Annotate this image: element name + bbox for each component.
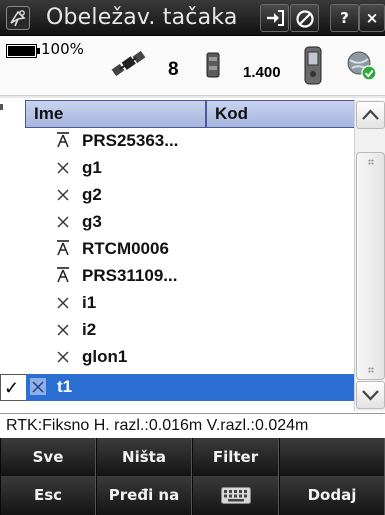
title-bar: Obeležav. tačaka ? × bbox=[0, 0, 385, 36]
rover-pole-icon[interactable] bbox=[206, 52, 220, 80]
empty-softkey[interactable] bbox=[279, 438, 385, 476]
point-name: i1 bbox=[82, 293, 97, 312]
controller-device-icon[interactable] bbox=[303, 46, 323, 86]
scroll-down-button[interactable] bbox=[356, 381, 385, 409]
stop-button[interactable] bbox=[290, 4, 319, 32]
button-label: Esc bbox=[33, 486, 63, 504]
row-checkbox[interactable]: ✓ bbox=[0, 374, 26, 401]
table-row[interactable]: PRS31109... bbox=[25, 263, 354, 290]
antenna-height: 1.400 bbox=[243, 64, 281, 81]
point-name: g3 bbox=[82, 212, 102, 231]
control-point-icon bbox=[57, 132, 69, 148]
point-name: t1 bbox=[57, 377, 73, 396]
table-row[interactable]: g2 bbox=[25, 182, 354, 209]
table-row[interactable]: g1 bbox=[25, 155, 354, 182]
button-label: Ništa bbox=[122, 448, 166, 466]
point-name: PRS25363... bbox=[82, 131, 179, 150]
column-header-name[interactable]: Ime bbox=[25, 100, 206, 128]
cross-point-icon bbox=[57, 324, 69, 336]
chevron-up-icon bbox=[362, 109, 379, 120]
no-entry-icon bbox=[295, 10, 314, 28]
table-row[interactable]: g3 bbox=[25, 209, 354, 236]
battery-level: 100% bbox=[41, 40, 84, 58]
button-label: Sve bbox=[32, 448, 64, 466]
filter-button[interactable]: Filter bbox=[192, 438, 279, 476]
check-mark: ✓ bbox=[4, 378, 20, 398]
grip-icon bbox=[368, 159, 374, 165]
grip-icon bbox=[368, 367, 374, 373]
cross-point-icon bbox=[57, 189, 69, 201]
cross-point-icon bbox=[57, 162, 69, 174]
points-table: Ime Kod PRS25363... g1 g2 g3 RTCM0006 PR… bbox=[0, 100, 385, 411]
control-point-icon bbox=[57, 240, 69, 256]
go-to-button[interactable]: Pređi na bbox=[96, 476, 192, 515]
button-label: Filter bbox=[212, 448, 259, 466]
chevron-down-icon bbox=[362, 390, 379, 401]
close-button[interactable]: × bbox=[359, 4, 385, 32]
table-row[interactable]: i2 bbox=[25, 317, 354, 344]
softkey-bar-top: Sve Ništa Filter bbox=[0, 438, 385, 476]
table-header: Ime Kod bbox=[25, 100, 385, 128]
button-label: Dodaj bbox=[307, 486, 357, 504]
column-header-code[interactable]: Kod bbox=[206, 100, 368, 128]
point-name: PRS31109... bbox=[82, 266, 178, 285]
control-point-icon bbox=[57, 267, 69, 283]
margin-marker bbox=[0, 104, 3, 110]
cross-point-icon bbox=[30, 378, 46, 395]
point-name: g1 bbox=[82, 158, 102, 177]
point-name: i2 bbox=[82, 320, 97, 339]
vertical-scrollbar[interactable] bbox=[354, 100, 385, 411]
login-button[interactable] bbox=[260, 4, 289, 32]
table-row[interactable]: glon1 bbox=[25, 344, 354, 371]
select-all-button[interactable]: Sve bbox=[0, 438, 96, 476]
satellite-count: 8 bbox=[168, 59, 179, 80]
add-button[interactable]: Dodaj bbox=[279, 476, 385, 515]
help-button[interactable]: ? bbox=[330, 4, 359, 32]
rtk-status-line: RTK:Fiksno H. razl.:0.016m V.razl.:0.024… bbox=[0, 413, 385, 437]
button-label: Pređi na bbox=[108, 486, 180, 504]
cross-point-icon bbox=[57, 351, 69, 363]
enter-arrow-icon bbox=[266, 10, 284, 26]
divider bbox=[0, 96, 385, 98]
satellite-icon[interactable] bbox=[110, 48, 148, 80]
table-row[interactable]: i1 bbox=[25, 290, 354, 317]
keyboard-button[interactable] bbox=[192, 476, 279, 515]
table-rows: PRS25363... g1 g2 g3 RTCM0006 PRS31109..… bbox=[0, 128, 354, 408]
scroll-up-button[interactable] bbox=[356, 101, 385, 129]
table-row[interactable]: PRS25363... bbox=[25, 128, 354, 155]
status-bar: 100% 8 1.400 bbox=[0, 36, 385, 96]
table-row-selected[interactable]: ✓ t1 bbox=[0, 374, 354, 401]
cross-point-icon bbox=[57, 297, 69, 309]
cross-point-icon bbox=[57, 216, 69, 228]
softkey-bar-bottom: Esc Pređi na Dodaj bbox=[0, 476, 385, 515]
battery-icon bbox=[6, 44, 40, 58]
point-name: RTCM0006 bbox=[82, 239, 169, 258]
select-none-button[interactable]: Ništa bbox=[96, 438, 192, 476]
point-name: g2 bbox=[82, 185, 102, 204]
escape-button[interactable]: Esc bbox=[0, 476, 96, 515]
keyboard-icon bbox=[220, 487, 251, 504]
point-name: glon1 bbox=[82, 347, 128, 366]
window-title: Obeležav. tačaka bbox=[46, 5, 238, 30]
table-row[interactable]: RTCM0006 bbox=[25, 236, 354, 263]
app-logo-icon[interactable] bbox=[6, 6, 30, 30]
network-globe-icon[interactable] bbox=[346, 50, 378, 82]
scroll-thumb[interactable] bbox=[356, 152, 385, 380]
